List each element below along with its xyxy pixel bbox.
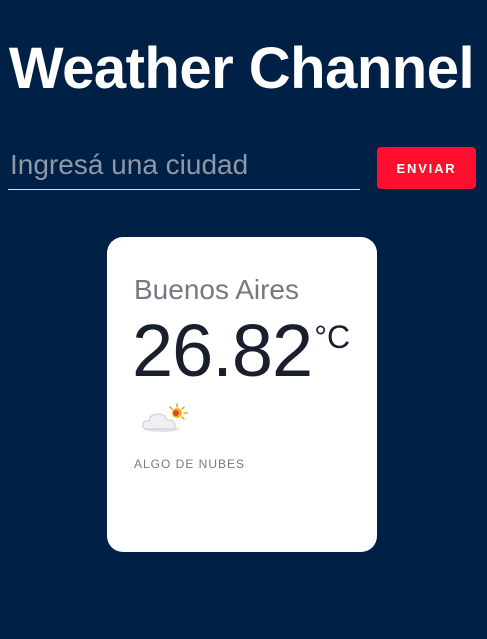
- search-form: ENVIAR: [8, 140, 478, 192]
- city-name: Buenos Aires: [134, 274, 299, 305]
- temperature-value: 26.82: [132, 309, 313, 392]
- temperature-row: 26.82°C: [132, 311, 350, 391]
- send-button[interactable]: ENVIAR: [377, 147, 476, 189]
- temperature-unit: °C: [314, 319, 351, 355]
- page-title: Weather Channel: [8, 36, 475, 101]
- weather-card: Buenos Aires 26.82°C ALGO DE NUBES: [107, 237, 377, 552]
- weather-description: ALGO DE NUBES: [134, 457, 246, 471]
- partly-cloudy-icon: [140, 402, 190, 436]
- city-input[interactable]: [8, 140, 360, 190]
